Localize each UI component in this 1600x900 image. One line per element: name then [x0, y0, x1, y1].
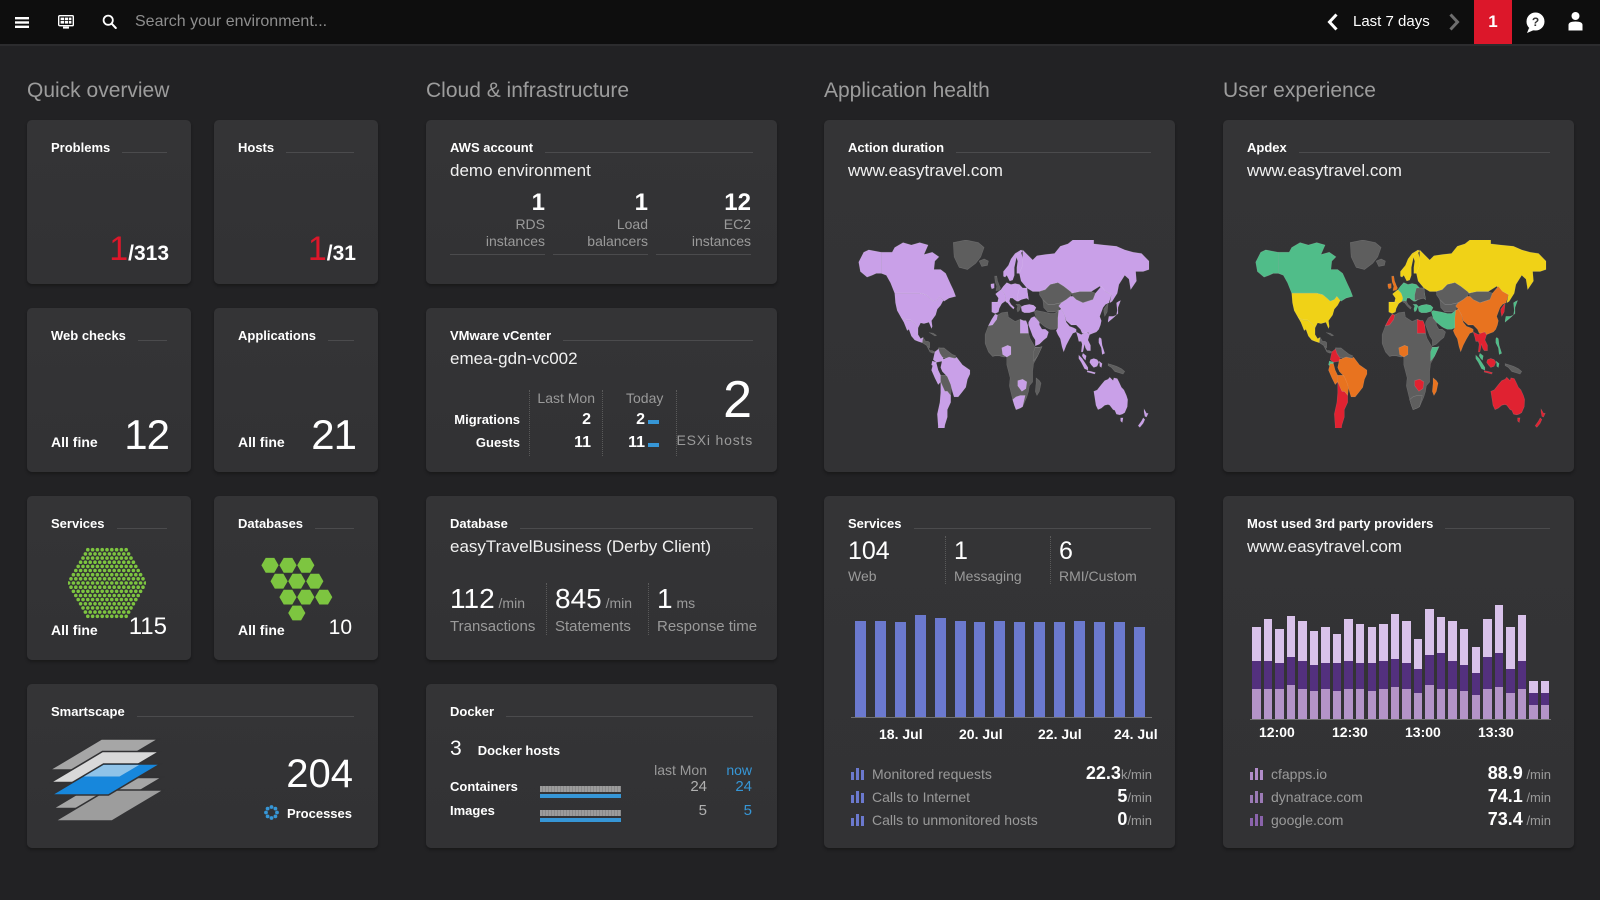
svg-text:?: ? — [1532, 15, 1539, 29]
